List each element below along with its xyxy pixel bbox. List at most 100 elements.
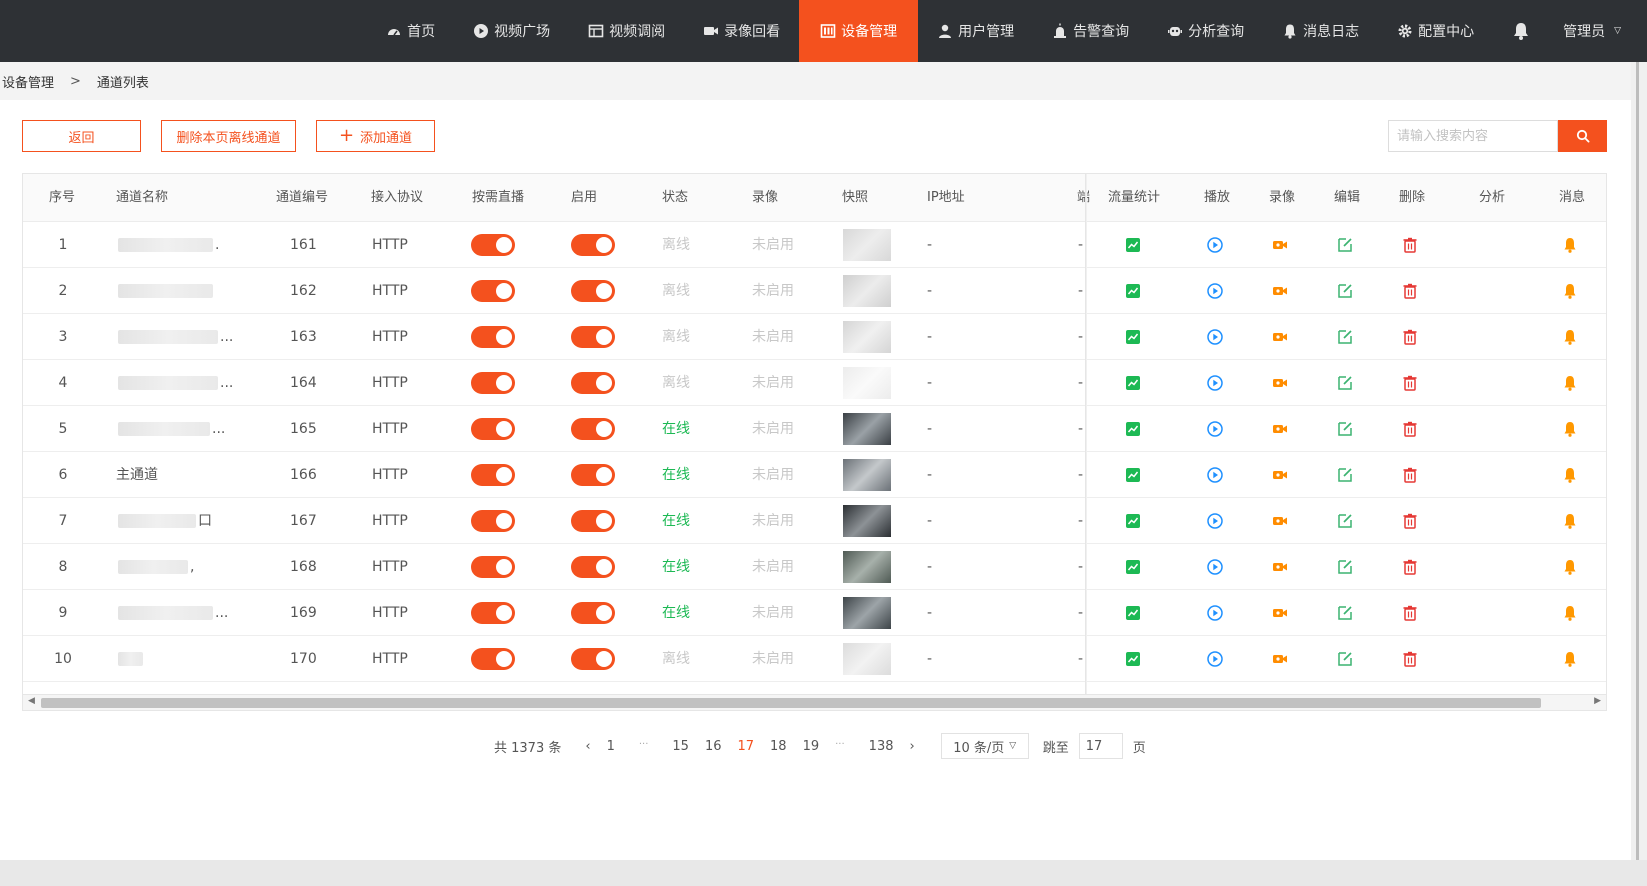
snapshot-thumbnail[interactable] [843,551,891,583]
page-number[interactable]: 138 [861,739,902,754]
page-number[interactable]: 1 [599,739,623,754]
nav-item-9[interactable]: 配置中心 [1378,0,1493,62]
ondemand-toggle[interactable] [471,234,515,256]
record-icon[interactable] [1271,374,1289,392]
message-bell-icon[interactable] [1561,282,1579,300]
nav-item-7[interactable]: 分析查询 [1148,0,1263,62]
play-icon[interactable] [1206,604,1224,622]
page-size-select[interactable]: 10 条/页 ▽ [940,733,1029,759]
delete-icon[interactable] [1401,236,1419,254]
snapshot-thumbnail[interactable] [843,275,891,307]
page-number[interactable]: 16 [697,739,730,754]
delete-icon[interactable] [1401,558,1419,576]
delete-icon[interactable] [1401,420,1419,438]
notification-bell[interactable] [1493,0,1549,62]
horizontal-scrollbar[interactable]: ◀ ▶ [22,695,1607,711]
snapshot-thumbnail[interactable] [843,459,891,491]
delete-icon[interactable] [1401,604,1419,622]
next-page-icon[interactable]: › [902,739,923,754]
breadcrumb-root[interactable]: 设备管理 [2,72,54,91]
edit-icon[interactable] [1336,420,1354,438]
play-icon[interactable] [1206,374,1224,392]
scroll-left-icon[interactable]: ◀ [28,696,35,706]
edit-icon[interactable] [1336,328,1354,346]
enable-toggle[interactable] [571,602,615,624]
record-icon[interactable] [1271,558,1289,576]
message-bell-icon[interactable] [1561,236,1579,254]
search-button[interactable] [1558,120,1607,152]
enable-toggle[interactable] [571,280,615,302]
traffic-stats-icon[interactable] [1124,328,1142,346]
message-bell-icon[interactable] [1561,650,1579,668]
page-number[interactable]: 15 [664,739,697,754]
play-icon[interactable] [1206,466,1224,484]
snapshot-thumbnail[interactable] [843,413,891,445]
nav-item-5[interactable]: 用户管理 [918,0,1033,62]
traffic-stats-icon[interactable] [1124,512,1142,530]
add-channel-button[interactable]: + 添加通道 [316,120,435,152]
snapshot-thumbnail[interactable] [843,321,891,353]
snapshot-thumbnail[interactable] [843,597,891,629]
page-number[interactable]: 17 [729,739,762,754]
edit-icon[interactable] [1336,604,1354,622]
traffic-stats-icon[interactable] [1124,604,1142,622]
message-bell-icon[interactable] [1561,328,1579,346]
record-icon[interactable] [1271,650,1289,668]
play-icon[interactable] [1206,558,1224,576]
snapshot-thumbnail[interactable] [843,229,891,261]
message-bell-icon[interactable] [1561,374,1579,392]
back-button[interactable]: 返回 [22,120,141,152]
record-icon[interactable] [1271,236,1289,254]
snapshot-thumbnail[interactable] [843,367,891,399]
delete-icon[interactable] [1401,650,1419,668]
play-icon[interactable] [1206,650,1224,668]
traffic-stats-icon[interactable] [1124,420,1142,438]
ondemand-toggle[interactable] [471,326,515,348]
ondemand-toggle[interactable] [471,648,515,670]
delete-icon[interactable] [1401,328,1419,346]
enable-toggle[interactable] [571,234,615,256]
page-scrollbar[interactable] [1636,62,1639,886]
play-icon[interactable] [1206,420,1224,438]
traffic-stats-icon[interactable] [1124,282,1142,300]
traffic-stats-icon[interactable] [1124,374,1142,392]
play-icon[interactable] [1206,236,1224,254]
scrollbar-thumb[interactable] [41,698,1541,708]
nav-item-1[interactable]: 视频广场 [454,0,569,62]
snapshot-thumbnail[interactable] [843,643,891,675]
record-icon[interactable] [1271,420,1289,438]
message-bell-icon[interactable] [1561,466,1579,484]
ondemand-toggle[interactable] [471,602,515,624]
enable-toggle[interactable] [571,556,615,578]
nav-item-2[interactable]: 视频调阅 [569,0,684,62]
delete-icon[interactable] [1401,282,1419,300]
edit-icon[interactable] [1336,512,1354,530]
record-icon[interactable] [1271,328,1289,346]
edit-icon[interactable] [1336,374,1354,392]
traffic-stats-icon[interactable] [1124,236,1142,254]
message-bell-icon[interactable] [1561,604,1579,622]
delete-icon[interactable] [1401,374,1419,392]
record-icon[interactable] [1271,512,1289,530]
nav-item-3[interactable]: 录像回看 [684,0,799,62]
user-menu[interactable]: 管理员 ▽ [1549,0,1633,62]
edit-icon[interactable] [1336,650,1354,668]
message-bell-icon[interactable] [1561,558,1579,576]
page-number[interactable]: 18 [762,739,795,754]
search-input[interactable] [1388,120,1558,152]
ondemand-toggle[interactable] [471,372,515,394]
delete-icon[interactable] [1401,512,1419,530]
ondemand-toggle[interactable] [471,280,515,302]
nav-item-8[interactable]: 消息日志 [1263,0,1378,62]
enable-toggle[interactable] [571,510,615,532]
enable-toggle[interactable] [571,326,615,348]
ondemand-toggle[interactable] [471,464,515,486]
play-icon[interactable] [1206,512,1224,530]
snapshot-thumbnail[interactable] [843,505,891,537]
ondemand-toggle[interactable] [471,418,515,440]
edit-icon[interactable] [1336,236,1354,254]
scroll-right-icon[interactable]: ▶ [1594,696,1601,706]
prev-page-icon[interactable]: ‹ [577,739,598,754]
message-bell-icon[interactable] [1561,420,1579,438]
ondemand-toggle[interactable] [471,556,515,578]
